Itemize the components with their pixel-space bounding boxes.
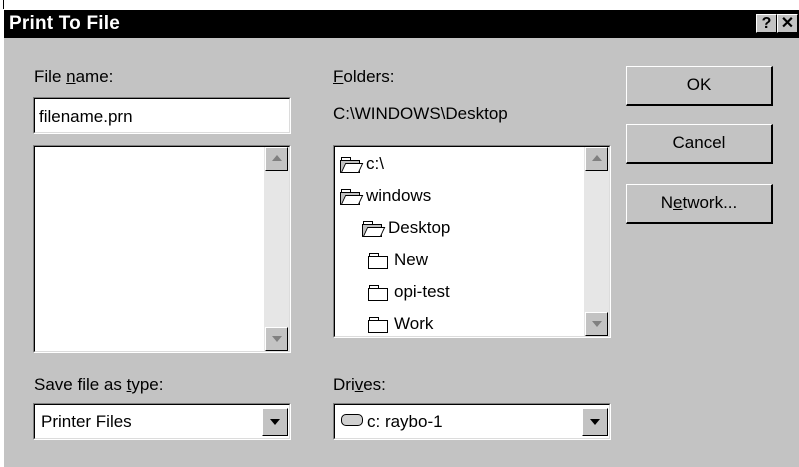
up-arrow-icon <box>272 155 282 161</box>
open-folder-icon <box>340 157 364 173</box>
ok-button[interactable]: OK <box>626 66 773 106</box>
folders-scroll-down-button[interactable] <box>585 312 608 336</box>
title-bar[interactable]: Print To File ? ✕ <box>4 10 799 38</box>
folder-icon <box>368 317 388 333</box>
drive-icon <box>341 414 363 426</box>
cancel-button[interactable]: Cancel <box>626 124 773 164</box>
folder-label: windows <box>366 186 432 205</box>
folders-label: Folders: <box>333 67 395 86</box>
drives-label: Drives: <box>333 375 386 394</box>
chevron-down-icon <box>590 419 600 425</box>
drives-dropdown-button[interactable] <box>582 408 608 436</box>
folder-icon <box>368 253 388 269</box>
open-folder-icon <box>362 221 386 237</box>
folders-scrollbar[interactable] <box>584 147 609 336</box>
file-list[interactable] <box>33 145 291 353</box>
open-folder-icon <box>340 189 364 205</box>
drives-value: c: raybo-1 <box>367 412 443 431</box>
file-name-label: File name: <box>34 67 114 86</box>
file-list-scroll-up-button[interactable] <box>265 147 288 171</box>
file-name-input[interactable]: filename.prn <box>33 97 291 134</box>
folder-label: opi-test <box>394 282 450 301</box>
folder-tree: c:\ windows Desktop New opi-test Work <box>340 152 580 333</box>
drives-select[interactable]: c: raybo-1 <box>333 403 611 440</box>
file-name-value: filename.prn <box>39 107 133 126</box>
current-folder-path: C:\WINDOWS\Desktop <box>333 104 508 123</box>
file-list-scroll-down-button[interactable] <box>265 327 288 351</box>
folder-label: Desktop <box>388 218 451 237</box>
save-type-dropdown-button[interactable] <box>262 408 288 436</box>
window-title: Print To File <box>9 13 120 34</box>
save-type-label: Save file as type: <box>34 375 164 394</box>
folders-tree-list[interactable]: c:\ windows Desktop New opi-test Work <box>333 145 611 338</box>
up-arrow-icon <box>592 155 602 161</box>
save-type-select[interactable]: Printer Files <box>33 403 291 440</box>
chevron-down-icon <box>270 419 280 425</box>
down-arrow-icon <box>272 336 282 342</box>
close-button[interactable]: ✕ <box>777 14 798 33</box>
folder-label: c:\ <box>366 154 384 173</box>
help-button[interactable]: ? <box>756 14 777 33</box>
network-button[interactable]: Network... <box>626 184 773 224</box>
folder-label: New <box>394 250 429 269</box>
down-arrow-icon <box>592 321 602 327</box>
folders-scroll-up-button[interactable] <box>585 147 608 171</box>
folder-icon <box>368 285 388 301</box>
save-type-value: Printer Files <box>41 412 132 431</box>
file-list-scrollbar[interactable] <box>264 147 289 351</box>
folder-label: Work <box>394 314 434 333</box>
